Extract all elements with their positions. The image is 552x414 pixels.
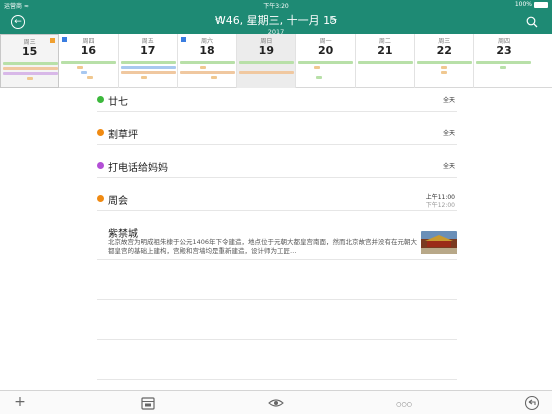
event-bar bbox=[87, 76, 94, 79]
event-bar bbox=[239, 71, 295, 74]
day-number: 15 bbox=[21, 45, 38, 58]
day-cell[interactable]: 周三 22 bbox=[415, 34, 475, 88]
poi-row[interactable]: 紫禁城 北京故宫为明成祖朱棣于公元1406年下令建造，地点位于元朝大都皇宫南面，… bbox=[97, 222, 457, 260]
day-number: 18 bbox=[199, 44, 215, 57]
calendar-color-dot bbox=[97, 195, 104, 202]
poi-description: 北京故宫为明成祖朱棣于公元1406年下令建造，地点位于元朝大都皇宫南面，然而北京… bbox=[108, 238, 418, 255]
empty-row bbox=[97, 340, 457, 380]
battery-icon bbox=[534, 1, 548, 8]
add-icon[interactable]: + bbox=[12, 395, 28, 411]
event-row[interactable]: 打电话给妈妈 全天 bbox=[97, 155, 457, 178]
event-marker-icon bbox=[50, 38, 56, 43]
battery-indicator: 100% bbox=[515, 1, 548, 8]
event-bar bbox=[27, 77, 33, 80]
status-bar: 运营商 ≈ 下午3:20 100% bbox=[0, 0, 552, 10]
status-time: 下午3:20 bbox=[263, 3, 289, 10]
event-bar bbox=[417, 61, 473, 64]
event-title: 廿七 bbox=[108, 97, 128, 108]
app-header: ← ◁ W46, 星期三, 十一月 15 2017 ▷ bbox=[0, 10, 552, 36]
event-bar bbox=[179, 71, 235, 74]
header-title: W46, 星期三, 十一月 15 bbox=[214, 14, 338, 27]
day-cell[interactable]: 周四 16 bbox=[59, 34, 119, 88]
event-row[interactable]: 周会 上午11:00 下午12:00 bbox=[97, 188, 457, 211]
event-bar bbox=[3, 67, 58, 70]
event-row[interactable]: 割草坪 全天 bbox=[97, 122, 457, 145]
next-week-icon[interactable]: ▷ bbox=[330, 15, 337, 25]
event-bar bbox=[81, 71, 88, 74]
event-bar bbox=[357, 61, 413, 64]
event-list: 廿七 全天 割草坪 全天 打电话给妈妈 全天 周会 上午11:00 下午12:0… bbox=[0, 89, 552, 389]
event-bar bbox=[3, 62, 58, 65]
day-number: 21 bbox=[377, 44, 393, 57]
event-time: 全天 bbox=[442, 163, 455, 170]
bottom-toolbar: + ○○○ bbox=[0, 390, 552, 414]
event-row[interactable]: 廿七 全天 bbox=[97, 89, 457, 112]
day-number: 22 bbox=[436, 44, 452, 57]
event-bar bbox=[441, 71, 448, 74]
event-bar bbox=[140, 76, 147, 79]
header-title-block[interactable]: W46, 星期三, 十一月 15 2017 bbox=[0, 12, 552, 36]
event-title: 割草坪 bbox=[108, 130, 138, 141]
event-bar bbox=[239, 61, 295, 64]
event-bar bbox=[199, 66, 206, 69]
day-number: 20 bbox=[317, 44, 334, 57]
event-bar bbox=[314, 66, 321, 69]
calendar-color-dot bbox=[97, 96, 104, 103]
week-strip: 周三 15 周四 16 周五 17 周六 18 周日 19 周一 20 周二 2… bbox=[0, 34, 552, 88]
day-cell[interactable]: 周日 19 bbox=[237, 34, 297, 88]
event-title: 周会 bbox=[108, 196, 128, 207]
poi-thumbnail-image bbox=[421, 231, 457, 254]
event-title: 打电话给妈妈 bbox=[108, 163, 168, 174]
event-bar bbox=[120, 71, 176, 74]
day-number: 17 bbox=[140, 44, 156, 57]
event-bar bbox=[210, 76, 217, 79]
event-bar bbox=[298, 61, 354, 64]
day-cell[interactable]: 周三 15 bbox=[0, 34, 60, 88]
eye-icon[interactable] bbox=[268, 395, 284, 411]
event-time: 全天 bbox=[442, 130, 455, 137]
calendar-color-dot bbox=[97, 129, 104, 136]
event-bar bbox=[120, 61, 176, 64]
day-cell[interactable]: 周四 23 bbox=[474, 34, 533, 88]
battery-percent: 100% bbox=[514, 1, 532, 8]
event-bar bbox=[120, 66, 176, 69]
day-cell[interactable]: 周二 21 bbox=[356, 34, 416, 88]
event-time: 全天 bbox=[442, 97, 455, 104]
event-bar bbox=[476, 61, 532, 64]
day-number: 16 bbox=[80, 44, 97, 57]
calendar-color-dot bbox=[97, 162, 104, 169]
event-bar bbox=[3, 72, 58, 75]
event-bar bbox=[316, 76, 323, 79]
day-cell[interactable]: 周一 20 bbox=[296, 34, 356, 88]
event-bar bbox=[77, 66, 84, 69]
day-cell[interactable]: 周五 17 bbox=[119, 34, 178, 88]
search-icon[interactable] bbox=[526, 16, 538, 28]
day-number: 19 bbox=[258, 44, 274, 57]
event-bar bbox=[500, 66, 507, 69]
day-number: 23 bbox=[496, 44, 512, 57]
event-bar bbox=[179, 61, 235, 64]
day-cell[interactable]: 周六 18 bbox=[178, 34, 238, 88]
undo-icon[interactable] bbox=[524, 395, 540, 411]
empty-row bbox=[97, 260, 457, 300]
event-bar bbox=[441, 66, 448, 69]
event-end-time: 下午12:00 bbox=[425, 202, 455, 209]
more-icon[interactable]: ○○○ bbox=[394, 398, 414, 414]
empty-row bbox=[97, 300, 457, 340]
event-bar bbox=[61, 61, 117, 64]
calendar-icon[interactable] bbox=[140, 395, 156, 411]
